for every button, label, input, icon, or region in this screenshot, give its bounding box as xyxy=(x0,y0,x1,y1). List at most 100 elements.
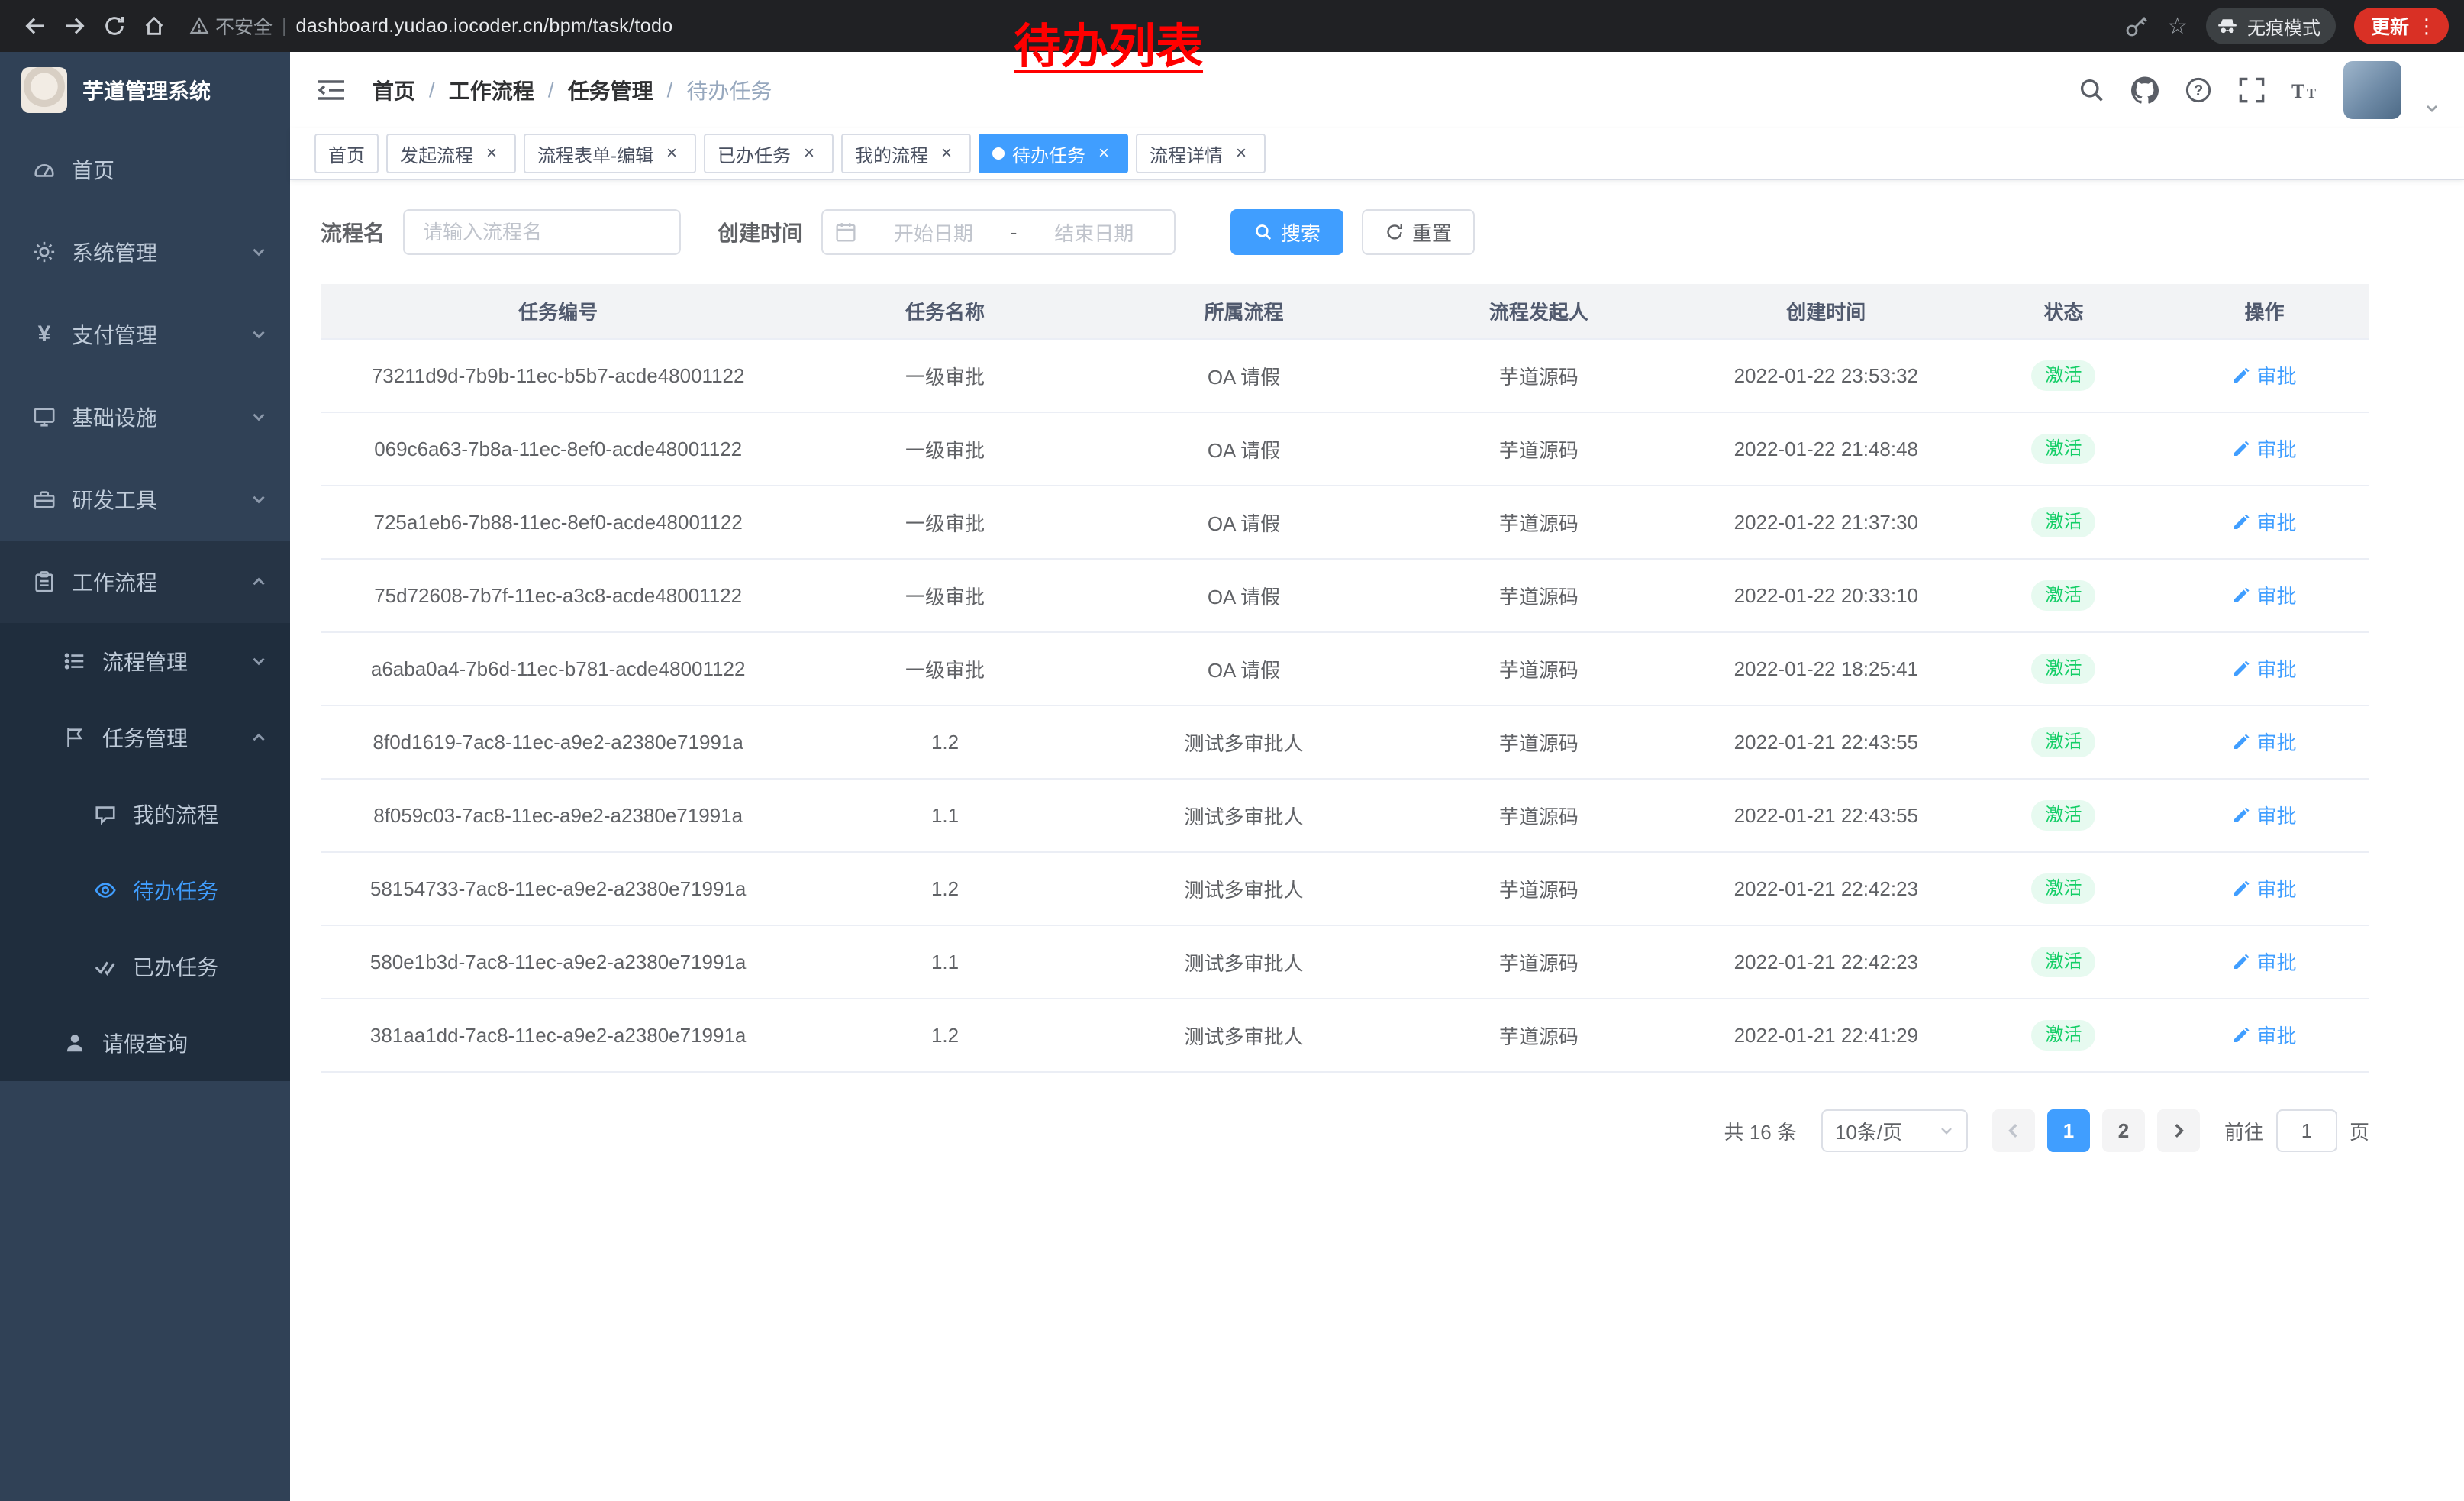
cell-created: 2022-01-22 18:25:41 xyxy=(1685,632,1968,705)
table-row: 580e1b3d-7ac8-11ec-a9e2-a2380e71991a1.1测… xyxy=(321,925,2369,999)
cell-created: 2022-01-21 22:42:23 xyxy=(1685,852,1968,925)
goto-page-input[interactable] xyxy=(2276,1109,2337,1152)
sidebar-item-label: 流程管理 xyxy=(102,646,188,676)
process-name-label: 流程名 xyxy=(321,217,385,247)
page-button-2[interactable]: 2 xyxy=(2102,1109,2145,1152)
tab-流程详情[interactable]: 流程详情× xyxy=(1136,134,1266,173)
tab-我的流程[interactable]: 我的流程× xyxy=(841,134,971,173)
approve-link[interactable]: 审批 xyxy=(2232,508,2296,536)
table-row: 73211d9d-7b9b-11ec-b5b7-acde48001122一级审批… xyxy=(321,339,2369,412)
bookmark-star-icon[interactable]: ☆ xyxy=(2167,13,2188,40)
tab-label: 流程表单-编辑 xyxy=(537,140,653,167)
cell-process: 测试多审批人 xyxy=(1095,779,1393,852)
tab-发起流程[interactable]: 发起流程× xyxy=(386,134,516,173)
forward-icon[interactable] xyxy=(55,6,95,46)
search-button[interactable]: 搜索 xyxy=(1230,209,1343,255)
cell-status: 激活 xyxy=(1968,559,2159,632)
approve-link[interactable]: 审批 xyxy=(2232,1021,2296,1049)
table-row: 069c6a63-7b8a-11ec-8ef0-acde48001122一级审批… xyxy=(321,412,2369,486)
sidebar-item-my-process[interactable]: 我的流程 xyxy=(0,776,290,852)
tab-close-icon[interactable]: × xyxy=(1093,143,1114,164)
breadcrumb-item[interactable]: 任务管理 xyxy=(568,75,653,105)
approve-link[interactable]: 审批 xyxy=(2232,434,2296,463)
font-size-icon[interactable]: TT xyxy=(2290,75,2320,105)
tab-待办任务[interactable]: 待办任务 × xyxy=(979,134,1128,173)
tab-close-icon[interactable]: × xyxy=(936,143,957,164)
sidebar-logo[interactable]: 芋道管理系统 xyxy=(0,52,290,128)
page-button-1[interactable]: 1 xyxy=(2047,1109,2090,1152)
search-button-icon xyxy=(1253,222,1273,242)
approve-link[interactable]: 审批 xyxy=(2232,728,2296,756)
sidebar-item-process-mgmt[interactable]: 流程管理 xyxy=(0,623,290,699)
approve-link[interactable]: 审批 xyxy=(2232,801,2296,829)
sidebar-item-done-task[interactable]: 已办任务 xyxy=(0,928,290,1005)
todo-task-table: 任务编号任务名称所属流程流程发起人创建时间状态操作 73211d9d-7b9b-… xyxy=(321,284,2369,1073)
user-avatar[interactable] xyxy=(2343,61,2401,119)
svg-text:?: ? xyxy=(2194,82,2203,99)
tab-close-icon[interactable]: × xyxy=(481,143,502,164)
cell-status: 激活 xyxy=(1968,999,2159,1072)
column-header: 流程发起人 xyxy=(1393,284,1684,339)
cell-initiator: 芋道源码 xyxy=(1393,412,1684,486)
breadcrumb-separator: / xyxy=(667,78,673,102)
tab-close-icon[interactable]: × xyxy=(1230,143,1252,164)
cell-initiator: 芋道源码 xyxy=(1393,779,1684,852)
start-date-placeholder[interactable]: 开始日期 xyxy=(866,218,1001,247)
security-status[interactable]: 不安全 xyxy=(189,12,273,40)
cell-action: 审批 xyxy=(2159,925,2369,999)
approve-link[interactable]: 审批 xyxy=(2232,654,2296,683)
sidebar-item-label: 研发工具 xyxy=(72,484,157,515)
cell-task-name: 1.1 xyxy=(795,779,1094,852)
cell-created: 2022-01-21 22:43:55 xyxy=(1685,705,1968,779)
sidebar-item-workflow[interactable]: 工作流程 xyxy=(0,541,290,623)
reset-button[interactable]: 重置 xyxy=(1362,209,1475,255)
sidebar-item-dev-tools[interactable]: 研发工具 xyxy=(0,458,290,541)
cell-task-id: 069c6a63-7b8a-11ec-8ef0-acde48001122 xyxy=(321,412,795,486)
home-icon[interactable] xyxy=(134,6,174,46)
chat-icon xyxy=(92,802,119,825)
update-button[interactable]: 更新 ⋮ xyxy=(2354,8,2449,44)
date-range-picker[interactable]: 开始日期 - 结束日期 xyxy=(821,209,1176,255)
cell-status: 激活 xyxy=(1968,412,2159,486)
process-name-input[interactable] xyxy=(403,209,681,255)
security-label: 不安全 xyxy=(215,12,273,40)
fullscreen-icon[interactable] xyxy=(2237,75,2267,105)
sidebar-item-task-mgmt[interactable]: 任务管理 xyxy=(0,699,290,776)
prev-page-button[interactable] xyxy=(1992,1109,2035,1152)
approve-label: 审批 xyxy=(2256,1021,2296,1049)
avatar-caret-icon[interactable] xyxy=(2424,101,2440,116)
approve-link[interactable]: 审批 xyxy=(2232,581,2296,609)
tab-close-icon[interactable]: × xyxy=(661,143,682,164)
approve-link[interactable]: 审批 xyxy=(2232,874,2296,902)
cell-process: OA 请假 xyxy=(1095,632,1393,705)
sidebar-item-infrastructure[interactable]: 基础设施 xyxy=(0,376,290,458)
breadcrumb-item[interactable]: 首页 xyxy=(373,75,415,105)
cell-status: 激活 xyxy=(1968,779,2159,852)
sidebar-item-system-mgmt[interactable]: 系统管理 xyxy=(0,211,290,293)
reload-icon[interactable] xyxy=(95,6,134,46)
end-date-placeholder[interactable]: 结束日期 xyxy=(1026,218,1162,247)
key-icon[interactable] xyxy=(2124,14,2149,38)
github-icon[interactable] xyxy=(2130,75,2160,105)
next-page-button[interactable] xyxy=(2157,1109,2200,1152)
page-size-select[interactable]: 10条/页 xyxy=(1821,1109,1968,1152)
sidebar-item-todo-task[interactable]: 待办任务 xyxy=(0,852,290,928)
sidebar-item-home[interactable]: 首页 xyxy=(0,128,290,211)
browser-menu-icon[interactable]: ⋮ xyxy=(2417,15,2437,38)
approve-link[interactable]: 审批 xyxy=(2232,947,2296,976)
sidebar-collapse-icon[interactable] xyxy=(314,73,348,107)
approve-link[interactable]: 审批 xyxy=(2232,361,2296,389)
tab-首页[interactable]: 首页 xyxy=(314,134,379,173)
sidebar-item-payment-mgmt[interactable]: ¥支付管理 xyxy=(0,293,290,376)
tab-close-icon[interactable]: × xyxy=(798,143,820,164)
tab-已办任务[interactable]: 已办任务× xyxy=(704,134,834,173)
help-icon[interactable]: ? xyxy=(2183,75,2214,105)
pencil-icon xyxy=(2232,440,2250,458)
approve-label: 审批 xyxy=(2256,654,2296,683)
back-icon[interactable] xyxy=(15,6,55,46)
sidebar-item-leave-query[interactable]: 请假查询 xyxy=(0,1005,290,1081)
tab-label: 待办任务 xyxy=(1012,140,1085,167)
search-icon[interactable] xyxy=(2076,75,2107,105)
tab-流程表单-编辑[interactable]: 流程表单-编辑 × xyxy=(524,134,696,173)
breadcrumb-item[interactable]: 工作流程 xyxy=(449,75,534,105)
